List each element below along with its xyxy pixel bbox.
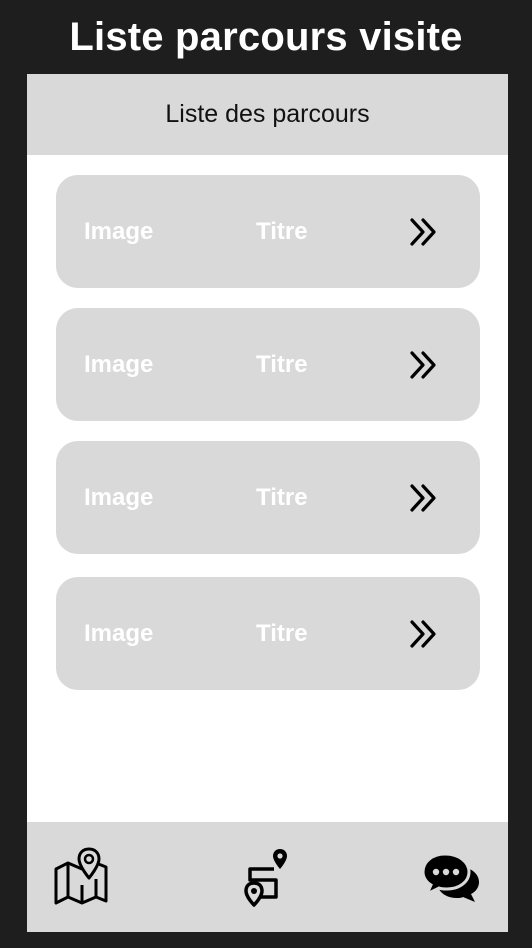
route-card[interactable]: Image Titre (56, 175, 480, 288)
chat-icon (421, 852, 479, 902)
nav-map-button[interactable] (49, 844, 113, 908)
nav-chat-button[interactable] (419, 844, 483, 908)
card-title: Titre (256, 217, 308, 245)
route-card[interactable]: Image Titre (56, 441, 480, 554)
route-card[interactable]: Image Titre (56, 308, 480, 421)
double-chevron-right-icon[interactable] (408, 347, 444, 383)
card-image-placeholder: Image (84, 483, 154, 511)
map-icon (54, 847, 108, 905)
page-header: Liste des parcours (27, 74, 508, 155)
route-icon (244, 849, 287, 907)
bottom-navigation (27, 822, 508, 932)
double-chevron-right-icon[interactable] (408, 480, 444, 516)
nav-route-button[interactable] (235, 844, 299, 908)
app-screen: Liste des parcours Image Titre Image Tit… (27, 74, 508, 932)
card-title: Titre (256, 619, 308, 647)
frame-title: Liste parcours visite (69, 14, 463, 59)
card-title: Titre (256, 483, 308, 511)
double-chevron-right-icon[interactable] (408, 616, 444, 652)
double-chevron-right-icon[interactable] (408, 214, 444, 250)
card-image-placeholder: Image (84, 217, 154, 245)
page-title: Liste des parcours (165, 100, 370, 128)
route-card[interactable]: Image Titre (56, 577, 480, 690)
card-image-placeholder: Image (84, 350, 154, 378)
card-title: Titre (256, 350, 308, 378)
card-image-placeholder: Image (84, 619, 154, 647)
